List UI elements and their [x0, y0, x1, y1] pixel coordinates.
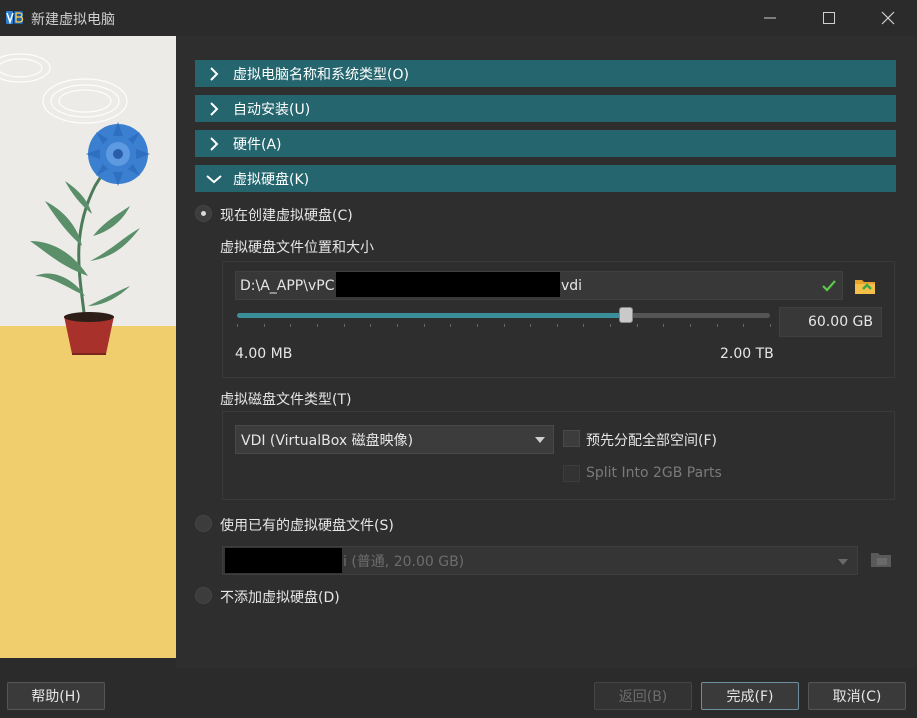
file-type-heading: 虚拟磁盘文件类型(T)	[220, 392, 352, 408]
help-button[interactable]: 帮助(H)	[7, 682, 105, 710]
split-label: Split Into 2GB Parts	[586, 465, 722, 481]
section-label: 自动安装(U)	[233, 101, 311, 118]
disk-size-slider[interactable]	[237, 307, 771, 327]
slider-tick	[663, 324, 664, 327]
slider-tick	[770, 324, 771, 327]
slider-fill	[237, 313, 626, 318]
create-disk-radio[interactable]	[195, 205, 212, 222]
valid-check-icon	[822, 280, 836, 292]
slider-tick	[237, 324, 238, 327]
slider-tick	[610, 324, 611, 327]
section-hardware[interactable]: 硬件(A)	[195, 130, 896, 157]
window-title: 新建虚拟电脑	[31, 12, 115, 28]
slider-tick	[450, 324, 451, 327]
folder-icon	[855, 280, 875, 294]
cancel-button-label: 取消(C)	[832, 689, 882, 705]
file-type-select[interactable]: VDI (VirtualBox 磁盘映像)	[235, 425, 554, 454]
preallocate-checkbox[interactable]	[563, 430, 580, 447]
disk-size-value: 60.00 GB	[808, 314, 873, 330]
disk-path-suffix: vdi	[561, 278, 583, 294]
disk-path-prefix: D:\A_APP\vPC	[240, 277, 335, 294]
redaction-block	[336, 272, 560, 297]
chevron-down-icon	[206, 174, 222, 183]
section-unattended-install[interactable]: 自动安装(U)	[195, 95, 896, 122]
use-existing-label: 使用已有的虚拟硬盘文件(S)	[220, 518, 394, 534]
slider-tick	[344, 324, 345, 327]
slider-tick	[557, 324, 558, 327]
slider-tick	[743, 324, 744, 327]
maximize-button[interactable]	[817, 6, 841, 30]
chevron-right-icon	[210, 101, 219, 116]
slider-tick	[317, 324, 318, 327]
redaction-block	[225, 548, 342, 573]
wizard-illustration	[0, 36, 176, 658]
location-size-heading: 虚拟硬盘文件位置和大小	[220, 240, 374, 256]
virtualbox-logo-icon	[6, 11, 24, 25]
slider-handle[interactable]	[619, 307, 633, 323]
back-button[interactable]: 返回(B)	[594, 682, 692, 710]
create-disk-label: 现在创建虚拟硬盘(C)	[220, 208, 353, 224]
section-label: 硬件(A)	[233, 136, 282, 153]
slider-tick	[637, 324, 638, 327]
no-disk-radio[interactable]	[195, 587, 212, 604]
section-name-and-os[interactable]: 虚拟电脑名称和系统类型(O)	[195, 60, 896, 87]
chevron-right-icon	[210, 136, 219, 151]
maximize-icon	[823, 12, 835, 24]
slider-tick	[530, 324, 531, 327]
min-size-label: 4.00 MB	[235, 346, 293, 362]
max-size-label: 2.00 TB	[720, 346, 774, 362]
folder-disk-icon	[871, 553, 891, 567]
slider-tick	[424, 324, 425, 327]
title-bar: 新建虚拟电脑	[0, 0, 917, 36]
close-button[interactable]	[876, 6, 900, 30]
chevron-right-icon	[210, 66, 219, 81]
slider-tick	[264, 324, 265, 327]
disk-size-input[interactable]: 60.00 GB	[779, 307, 882, 337]
finish-button[interactable]: 完成(F)	[701, 682, 799, 710]
help-button-label: 帮助(H)	[31, 689, 81, 705]
existing-disk-value: i (普通, 20.00 GB)	[343, 553, 465, 570]
choose-location-button[interactable]	[853, 274, 877, 298]
slider-tick	[690, 324, 691, 327]
split-checkbox[interactable]	[563, 465, 580, 482]
slider-tick	[717, 324, 718, 327]
section-label: 虚拟硬盘(K)	[233, 171, 310, 188]
slider-tick	[397, 324, 398, 327]
slider-tick	[477, 324, 478, 327]
minimize-icon	[764, 17, 776, 19]
use-existing-radio[interactable]	[195, 515, 212, 532]
slider-tick	[370, 324, 371, 327]
dropdown-arrow-icon	[838, 559, 848, 565]
slider-tick	[583, 324, 584, 327]
file-type-value: VDI (VirtualBox 磁盘映像)	[241, 432, 414, 449]
close-icon	[881, 11, 895, 25]
no-disk-label: 不添加虚拟硬盘(D)	[220, 590, 340, 606]
slider-tick	[290, 324, 291, 327]
back-button-label: 返回(B)	[618, 689, 668, 705]
preallocate-label: 预先分配全部空间(F)	[586, 433, 717, 449]
slider-tick	[504, 324, 505, 327]
cancel-button[interactable]: 取消(C)	[808, 682, 906, 710]
choose-existing-disk-button[interactable]	[869, 547, 893, 571]
minimize-button[interactable]	[758, 6, 782, 30]
section-hard-disk[interactable]: 虚拟硬盘(K)	[195, 165, 896, 192]
dropdown-arrow-icon	[535, 437, 545, 443]
section-label: 虚拟电脑名称和系统类型(O)	[233, 66, 409, 83]
finish-button-label: 完成(F)	[726, 689, 774, 705]
